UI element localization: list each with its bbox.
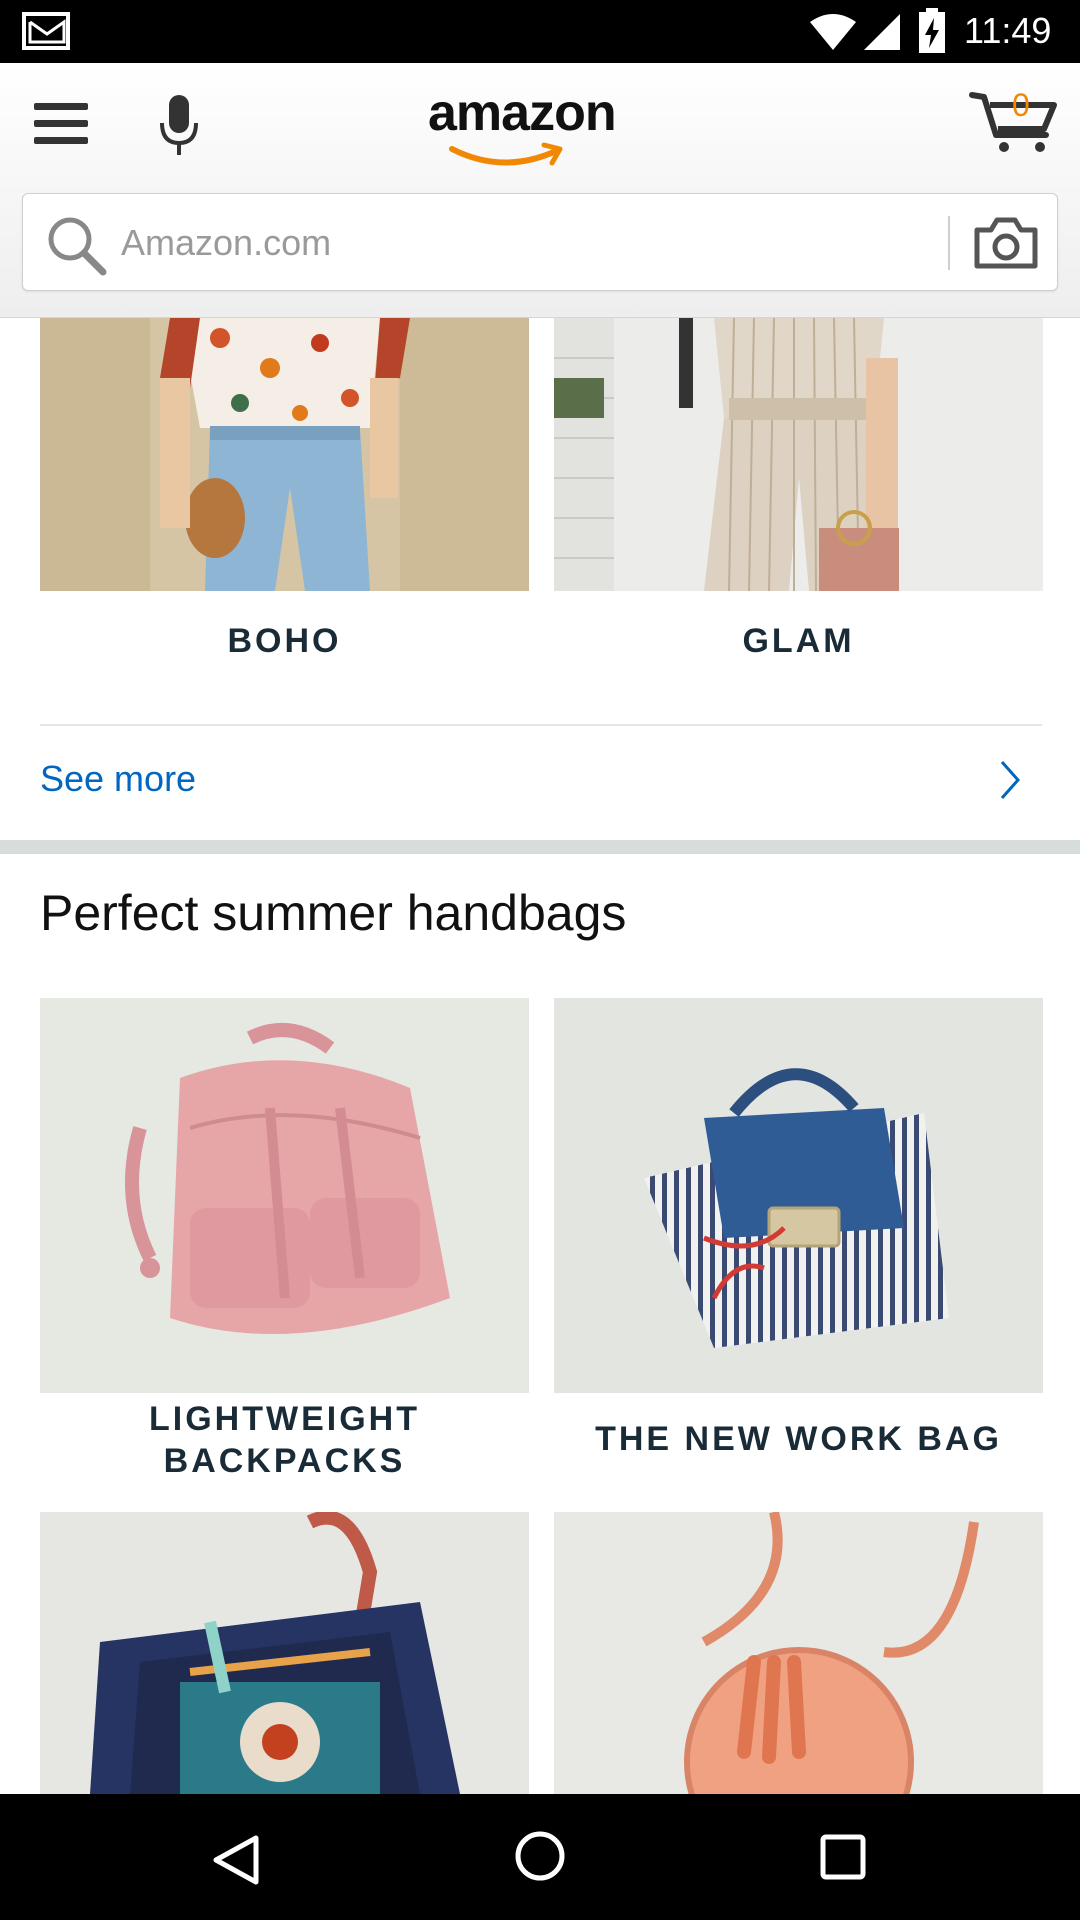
see-more-link[interactable]: See more <box>40 758 196 800</box>
cart-button[interactable]: 0 <box>968 85 1058 155</box>
tile-label: BOHO <box>227 622 342 658</box>
tote-image <box>40 1512 529 1794</box>
section-title: Perfect summer handbags <box>40 885 627 941</box>
backpack-image <box>40 998 529 1393</box>
handbag-tile-backpacks[interactable]: LIGHTWEIGHT BACKPACKS <box>40 998 529 1498</box>
smile-arrow-icon <box>449 142 563 166</box>
handbag-tile-tote[interactable] <box>40 1512 529 1794</box>
home-icon[interactable] <box>514 1830 566 1882</box>
recents-icon[interactable] <box>820 1834 866 1880</box>
amazon-logo[interactable]: amazon <box>424 83 644 169</box>
wifi-icon <box>810 14 856 50</box>
app-header: amazon 0 Amazon.com <box>0 63 1080 318</box>
tile-label-line1: LIGHTWEIGHT <box>149 1400 420 1438</box>
work-bag-image <box>554 998 1043 1393</box>
style-tile-glam[interactable]: GLAM <box>554 318 1043 658</box>
microphone-icon[interactable] <box>158 93 200 159</box>
divider <box>40 724 1042 726</box>
search-icon <box>48 217 107 276</box>
android-nav-bar <box>0 1794 1080 1920</box>
chevron-right-icon[interactable] <box>998 758 1022 802</box>
tile-label: THE NEW WORK BAG <box>595 1420 1002 1458</box>
section-separator <box>0 840 1080 854</box>
crossbody-image <box>554 1512 1043 1794</box>
status-time: 11:49 <box>964 10 1052 51</box>
logo-text: amazon <box>428 84 617 142</box>
boho-image <box>40 318 529 591</box>
glam-image <box>554 318 1043 591</box>
search-divider <box>948 216 950 270</box>
signal-icon <box>864 14 900 50</box>
screen: 11:49 amazon 0 Amazon.com BOHO GLAM See … <box>0 0 1080 1920</box>
cart-count: 0 <box>1012 87 1030 123</box>
handbag-tile-crossbody[interactable] <box>554 1512 1043 1794</box>
search-input[interactable]: Amazon.com <box>22 193 1058 291</box>
style-tile-boho[interactable]: BOHO <box>40 318 529 658</box>
tile-label-line2: BACKPACKS <box>163 1442 406 1480</box>
camera-icon[interactable] <box>973 216 1039 270</box>
tile-label: GLAM <box>742 622 855 658</box>
battery-icon <box>919 8 945 53</box>
handbag-tile-work-bag[interactable]: THE NEW WORK BAG <box>554 998 1043 1498</box>
search-placeholder: Amazon.com <box>121 222 332 263</box>
hamburger-menu-icon[interactable] <box>32 99 90 149</box>
gmail-icon <box>22 12 70 50</box>
status-bar: 11:49 <box>0 0 1080 63</box>
content-feed: BOHO GLAM See more Perfect summer handba… <box>0 318 1080 1794</box>
back-icon[interactable] <box>212 1834 260 1886</box>
